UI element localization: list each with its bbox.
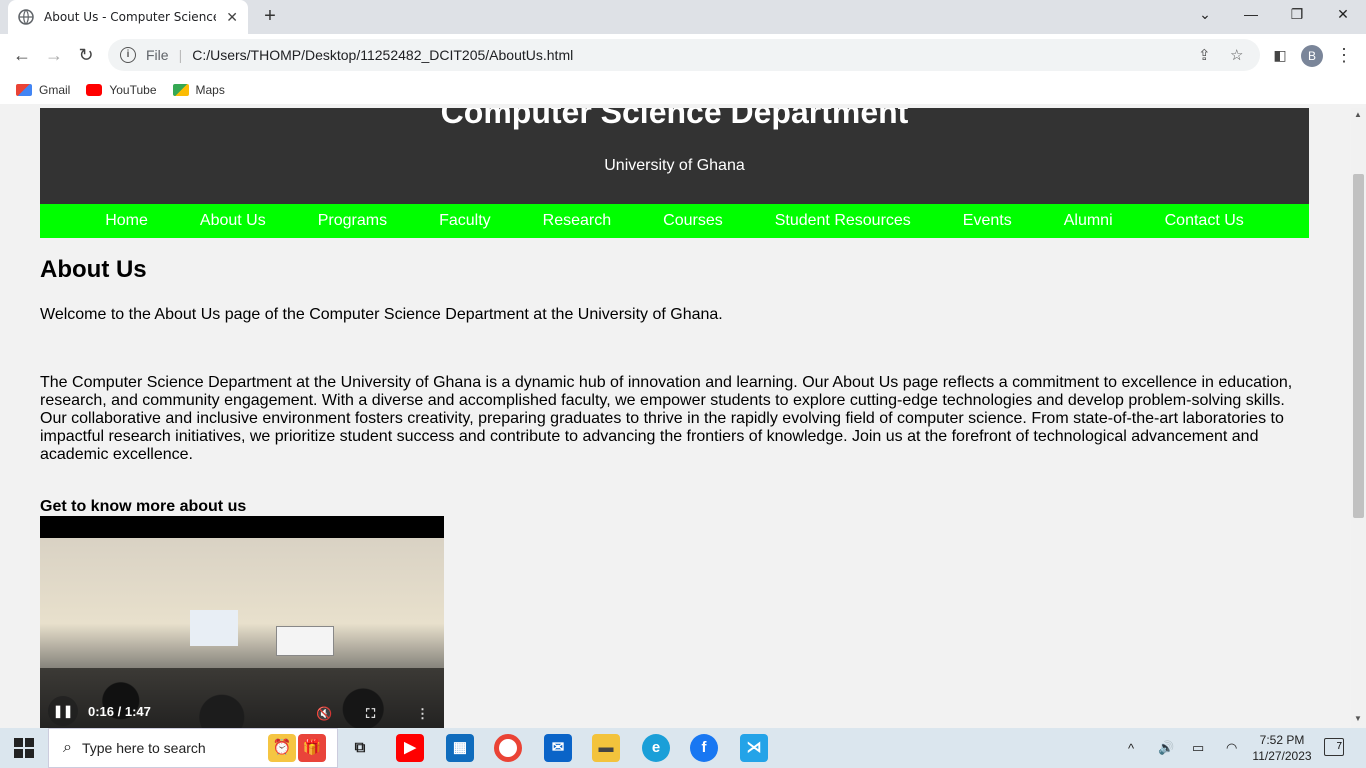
more-options-icon[interactable]: ⋮ [416, 706, 429, 722]
side-panel-icon[interactable]: ◧ [1268, 43, 1292, 67]
reload-icon[interactable]: ↻ [74, 43, 98, 67]
address-separator: | [178, 47, 183, 63]
nav-programs[interactable]: Programs [318, 212, 387, 230]
search-placeholder: Type here to search [81, 740, 206, 756]
bookmark-maps[interactable]: Maps [172, 83, 225, 97]
back-arrow-icon[interactable]: ← [10, 43, 34, 67]
search-icon: ⌕ [63, 739, 72, 756]
video-time: 0:16 / 1:47 [88, 703, 151, 719]
scroll-down-icon[interactable]: ▼ [1354, 714, 1362, 723]
notifications-icon[interactable]: 7 [1324, 738, 1344, 756]
info-icon[interactable]: i [120, 47, 136, 63]
maps-icon [172, 84, 189, 96]
about-paragraph: The Computer Science Department at the U… [40, 374, 1293, 463]
nav-research[interactable]: Research [543, 212, 611, 230]
nav-alumni[interactable]: Alumni [1064, 212, 1113, 230]
fullscreen-icon[interactable]: ⛶ [366, 706, 375, 722]
minimize-button[interactable]: — [1228, 0, 1274, 30]
windows-start-icon[interactable] [14, 738, 34, 758]
restore-button[interactable]: ❐ [1274, 0, 1320, 30]
main-nav: Home About Us Programs Faculty Research … [40, 204, 1309, 238]
video-heading: Get to know more about us [40, 498, 247, 515]
task-view-icon[interactable]: ⧉ [346, 734, 374, 762]
taskbar-clock[interactable]: 7:52 PM 11/27/2023 [1250, 732, 1314, 764]
gmail-icon [16, 84, 32, 96]
video-controls: ❚❚ 0:16 / 1:47 🔇 ⛶ ⋮ [40, 694, 444, 728]
bookmark-gmail[interactable]: Gmail [16, 83, 70, 97]
edge-icon[interactable]: e [642, 734, 670, 762]
bookmark-label: Gmail [39, 83, 71, 97]
pause-icon[interactable]: ❚❚ [48, 696, 78, 726]
volume-icon[interactable]: 🔇 [316, 706, 332, 722]
facebook-icon[interactable]: f [690, 734, 718, 762]
gift-icon[interactable]: 🎁 [298, 734, 326, 762]
speaker-icon[interactable]: 🔊 [1158, 728, 1174, 768]
tab-title: About Us - Computer Science D [44, 10, 216, 24]
page-heading: About Us [40, 256, 147, 283]
bookmarks-bar: Gmail YouTube Maps [0, 76, 1366, 104]
welcome-text: Welcome to the About Us page of the Comp… [40, 306, 723, 323]
bookmark-star-icon[interactable]: ☆ [1230, 46, 1243, 64]
mail-icon[interactable]: ✉ [544, 734, 572, 762]
alarm-clock-icon[interactable]: ⏰ [268, 734, 296, 762]
scroll-up-icon[interactable]: ▲ [1354, 110, 1362, 119]
file-explorer-icon[interactable]: ▬ [592, 734, 620, 762]
bookmark-label: YouTube [109, 83, 157, 97]
youtube-icon [86, 84, 103, 96]
bookmark-youtube[interactable]: YouTube [86, 83, 157, 97]
projector-screen [190, 610, 238, 646]
nav-contact-us[interactable]: Contact Us [1165, 212, 1244, 230]
nav-courses[interactable]: Courses [663, 212, 723, 230]
main-content: About Us Welcome to the About Us page of… [40, 256, 1310, 516]
clock-date: 11/27/2023 [1252, 749, 1312, 763]
address-scheme: File [146, 47, 169, 63]
nav-events[interactable]: Events [963, 212, 1012, 230]
close-window-button[interactable]: ✕ [1320, 0, 1366, 30]
scrollbar-thumb[interactable] [1353, 174, 1364, 518]
share-icon[interactable]: ⇪ [1198, 46, 1211, 64]
profile-avatar[interactable]: B [1301, 45, 1323, 67]
battery-icon[interactable]: ▭ [1192, 728, 1204, 768]
browser-tab[interactable]: About Us - Computer Science D ✕ [8, 0, 248, 34]
page-viewport: Computer Science Department University o… [0, 108, 1351, 728]
whiteboard [276, 626, 334, 656]
nav-about-us[interactable]: About Us [200, 212, 266, 230]
chrome-icon[interactable] [494, 734, 522, 762]
close-tab-icon[interactable]: ✕ [226, 9, 238, 26]
forward-arrow-icon[interactable]: → [42, 43, 66, 67]
wifi-icon[interactable]: ◠ [1226, 728, 1237, 768]
site-subtitle: University of Ghana [604, 157, 745, 174]
browser-toolbar: ← → ↻ i File | C:/Users/THOMP/Desktop/11… [0, 34, 1366, 76]
site-header: Computer Science Department University o… [40, 108, 1309, 204]
nav-faculty[interactable]: Faculty [439, 212, 491, 230]
globe-icon [18, 9, 34, 25]
address-bar[interactable]: i File | C:/Users/THOMP/Desktop/11252482… [108, 39, 1260, 71]
tray-chevron-icon[interactable]: ^ [1128, 728, 1134, 768]
video-player[interactable]: ❚❚ 0:16 / 1:47 🔇 ⛶ ⋮ [40, 516, 444, 728]
windows-taskbar: ⌕ Type here to search ⏰ 🎁 ⧉ ▶ ▦ ✉ ▬ e f … [0, 728, 1366, 768]
store-icon[interactable]: ▦ [446, 734, 474, 762]
bookmark-label: Maps [195, 83, 225, 97]
site-title: Computer Science Department [440, 108, 909, 130]
new-tab-button[interactable]: + [258, 5, 282, 29]
browser-tab-bar: About Us - Computer Science D ✕ + ⌄ — ❐ … [0, 0, 1366, 34]
tab-search-icon[interactable]: ⌄ [1182, 0, 1228, 30]
vscode-icon[interactable]: ⋊ [740, 734, 768, 762]
address-url: C:/Users/THOMP/Desktop/11252482_DCIT205/… [192, 47, 574, 63]
clock-time: 7:52 PM [1259, 733, 1305, 747]
nav-student-resources[interactable]: Student Resources [775, 212, 911, 230]
youtube-app-icon[interactable]: ▶ [396, 734, 424, 762]
page-scrollbar[interactable]: ▲ ▼ [1351, 108, 1366, 728]
nav-home[interactable]: Home [105, 212, 148, 230]
menu-dots-icon[interactable]: ⋮ [1332, 43, 1356, 67]
